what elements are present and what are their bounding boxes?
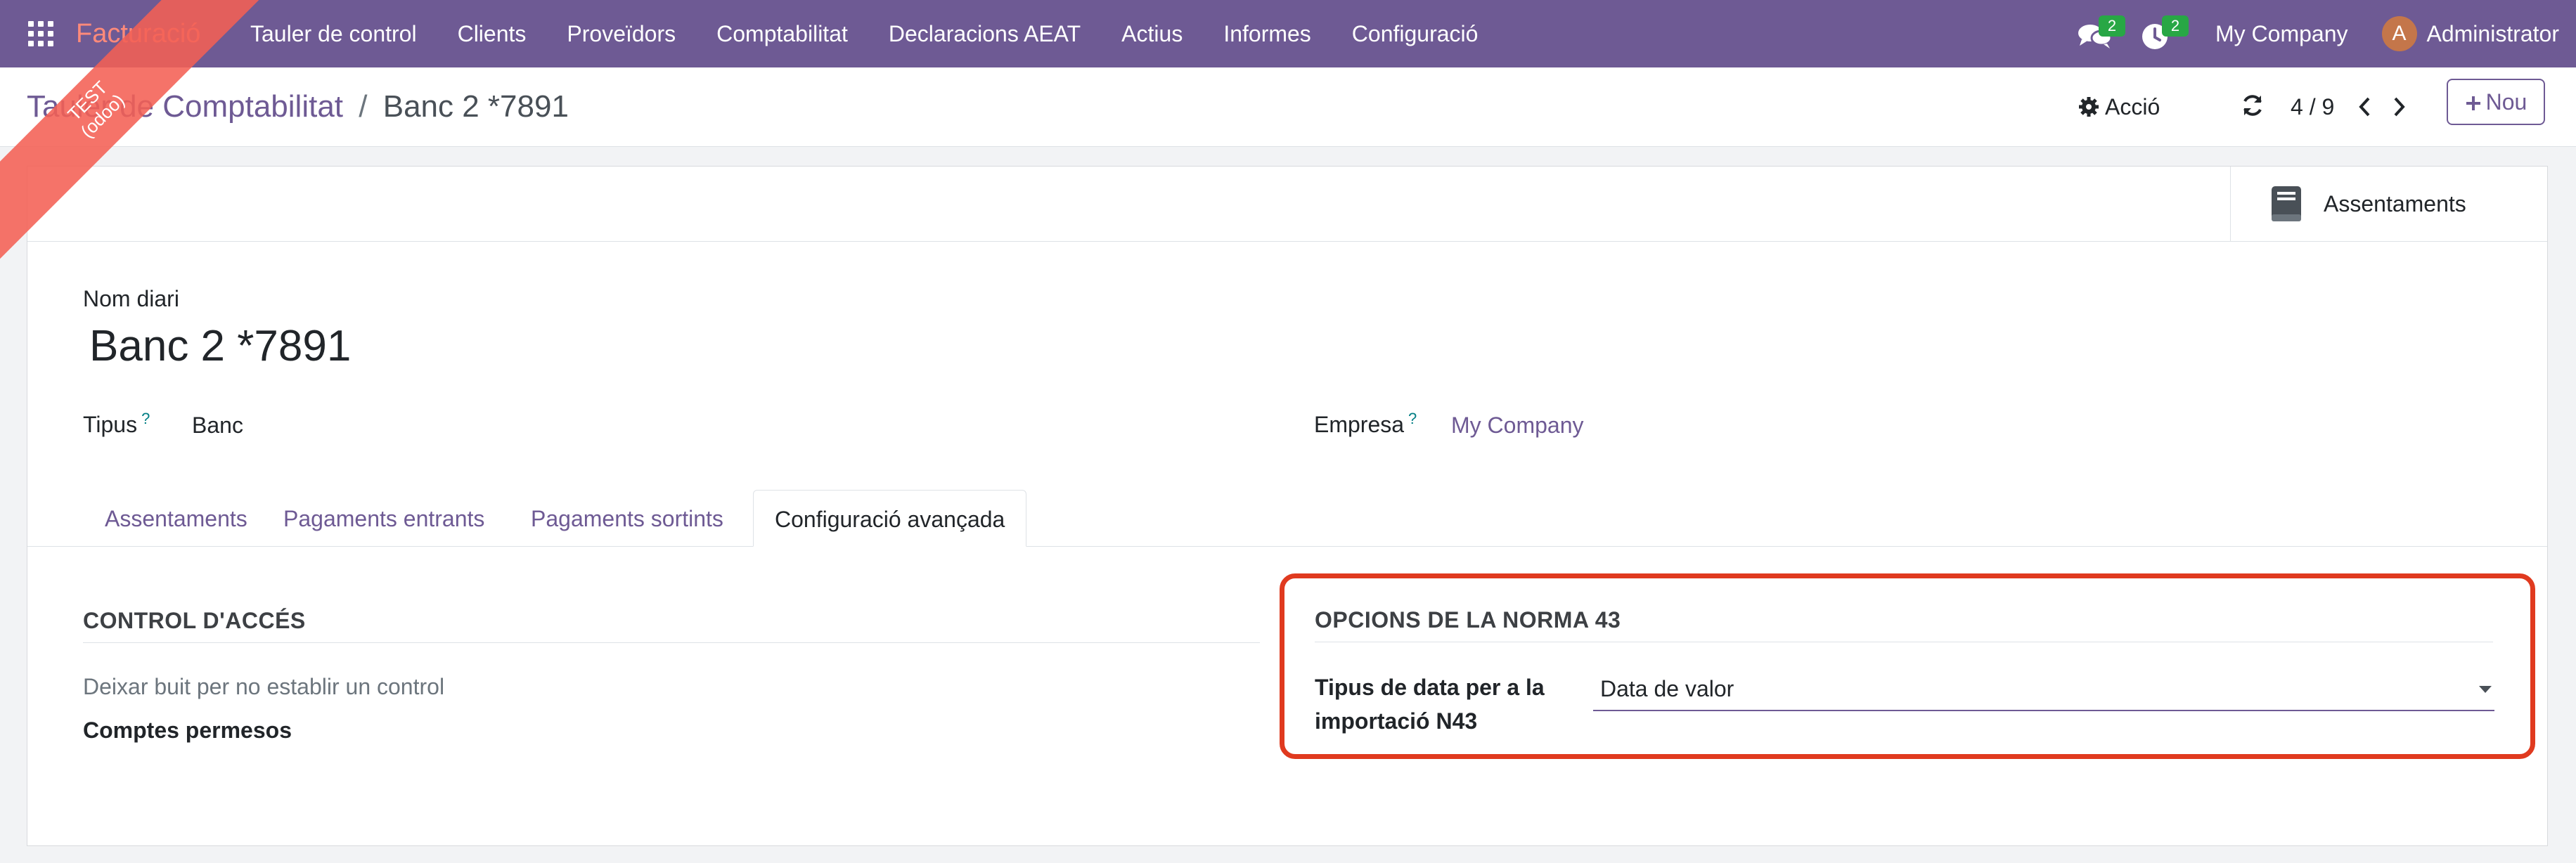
breadcrumb-parent-link[interactable]: Tauler de Comptabilitat bbox=[27, 89, 343, 124]
type-label-text: Tipus bbox=[83, 412, 138, 437]
tab-incoming-payments[interactable]: Pagaments entrants bbox=[262, 490, 505, 546]
access-control-hint: Deixar buit per no establir un control bbox=[83, 674, 445, 699]
allowed-accounts-label: Comptes permesos bbox=[83, 718, 292, 743]
menu-item-configuration[interactable]: Configuració bbox=[1352, 21, 1479, 47]
type-help-icon[interactable]: ? bbox=[141, 410, 150, 427]
notebook-tabs: Assentaments Pagaments entrants Pagament… bbox=[27, 490, 2547, 547]
breadcrumb-separator: / bbox=[359, 89, 368, 124]
company-help-icon[interactable]: ? bbox=[1408, 410, 1417, 427]
book-icon bbox=[2272, 186, 2301, 221]
user-menu[interactable]: Administrator bbox=[2427, 21, 2560, 47]
tab-journal-entries[interactable]: Assentaments bbox=[84, 490, 269, 546]
breadcrumb-current: Banc 2 *7891 bbox=[382, 89, 569, 124]
type-field[interactable]: Banc bbox=[192, 413, 243, 439]
menu-item-reports[interactable]: Informes bbox=[1223, 21, 1310, 47]
company-field[interactable]: My Company bbox=[1451, 413, 1584, 439]
messages-badge: 2 bbox=[2099, 15, 2125, 37]
smart-button-box: Assentaments bbox=[27, 167, 2547, 242]
company-switcher[interactable]: My Company bbox=[2215, 21, 2348, 47]
journal-entries-smart-button[interactable]: Assentaments bbox=[2230, 167, 2547, 241]
pager-value[interactable]: 4 / 9 bbox=[2291, 87, 2334, 126]
journal-name-label: Nom diari bbox=[83, 286, 179, 311]
top-navbar: Facturació Tauler de control Clients Pro… bbox=[0, 0, 2576, 67]
menu-item-dashboard[interactable]: Tauler de control bbox=[250, 21, 417, 47]
main-menu: Tauler de control Clients Proveïdors Com… bbox=[250, 0, 1519, 67]
activities-button[interactable]: 2 bbox=[2138, 13, 2189, 55]
gear-icon bbox=[2079, 97, 2099, 117]
chevron-left-icon[interactable] bbox=[2357, 96, 2374, 118]
action-menu-label: Acció bbox=[2105, 94, 2160, 119]
reload-icon[interactable] bbox=[2240, 93, 2265, 118]
tab-outgoing-payments[interactable]: Pagaments sortints bbox=[510, 490, 745, 546]
new-record-label: Nou bbox=[2485, 89, 2527, 115]
messages-button[interactable]: 2 bbox=[2075, 13, 2125, 55]
journal-name-field[interactable]: Banc 2 *7891 bbox=[89, 321, 351, 371]
type-label: Tipus? bbox=[83, 410, 150, 438]
tab-advanced-settings[interactable]: Configuració avançada bbox=[753, 490, 1027, 547]
menu-item-aeat-declarations[interactable]: Declaracions AEAT bbox=[889, 21, 1081, 47]
navbar-systray: 2 2 My Company A Administrator bbox=[2075, 0, 2559, 67]
menu-item-vendors[interactable]: Proveïdors bbox=[567, 21, 676, 47]
highlight-annotation bbox=[1280, 573, 2535, 759]
menu-item-accounting[interactable]: Comptabilitat bbox=[716, 21, 848, 47]
activities-badge: 2 bbox=[2162, 15, 2189, 37]
menu-item-customers[interactable]: Clients bbox=[458, 21, 527, 47]
plus-icon bbox=[2466, 96, 2480, 110]
app-brand[interactable]: Facturació bbox=[76, 0, 200, 67]
action-menu-button[interactable]: Acció bbox=[2078, 87, 2160, 126]
journal-entries-label: Assentaments bbox=[2324, 190, 2466, 216]
menu-item-assets[interactable]: Actius bbox=[1121, 21, 1183, 47]
new-record-button[interactable]: Nou bbox=[2447, 79, 2545, 125]
chevron-right-icon[interactable] bbox=[2390, 96, 2407, 118]
control-panel: Tauler de Comptabilitat / Banc 2 *7891 A… bbox=[0, 67, 2576, 147]
access-control-title: CONTROL D'ACCÉS bbox=[83, 608, 1260, 643]
company-label: Empresa? bbox=[1314, 410, 1417, 438]
avatar[interactable]: A bbox=[2381, 16, 2417, 51]
company-label-text: Empresa bbox=[1314, 412, 1405, 437]
apps-grid-icon[interactable] bbox=[28, 21, 53, 46]
breadcrumb: Tauler de Comptabilitat / Banc 2 *7891 bbox=[27, 67, 569, 146]
